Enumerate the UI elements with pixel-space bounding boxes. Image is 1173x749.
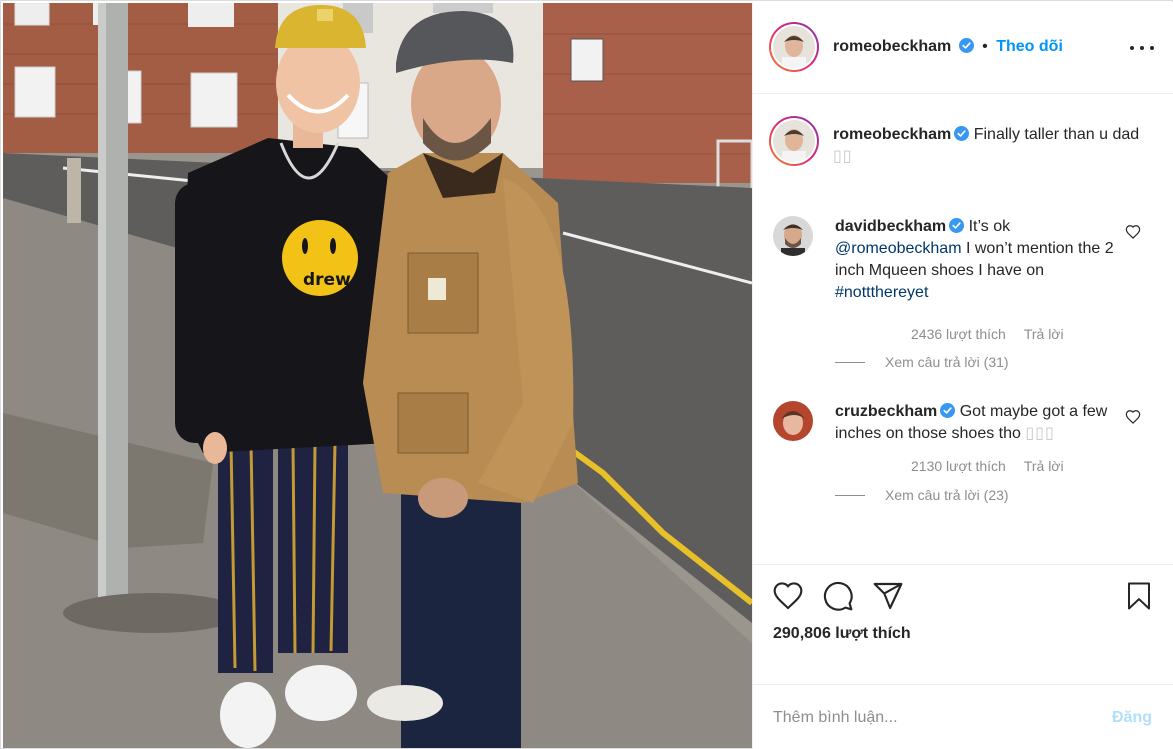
heart-icon[interactable] [771, 579, 805, 613]
comment-bubble-icon [823, 581, 853, 611]
separator-dot: • [982, 38, 988, 55]
mention-link[interactable]: @romeobeckham [835, 240, 962, 257]
author-username[interactable]: romeobeckham [833, 38, 951, 55]
follow-button[interactable]: Theo dõi [996, 38, 1063, 55]
caption-avatar-image [773, 120, 815, 162]
view-replies[interactable]: Xem câu trả lời (31) [835, 354, 1009, 370]
comment-meta: 2130 lượt thích Trả lời [911, 458, 1064, 474]
comment-body: davidbeckham It’s ok @romeobeckham I won… [835, 216, 1115, 304]
author-avatar-image [773, 26, 815, 68]
view-replies-label: Xem câu trả lời (23) [885, 487, 1009, 503]
comment-avatar-image [773, 401, 813, 441]
likes-count[interactable]: 290,806 lượt thích [773, 625, 911, 643]
caption: romeobeckham Finally taller than u dad ▯… [769, 116, 1169, 166]
reply-button[interactable]: Trả lời [1024, 458, 1064, 474]
photo-image: drew [3, 3, 752, 748]
verified-badge-icon [954, 126, 970, 141]
save-bookmark-icon [1128, 582, 1150, 610]
caption-body: Finally taller than u dad [973, 126, 1140, 143]
action-bar: 290,806 lượt thích [753, 564, 1173, 684]
paper-plane-icon [873, 582, 903, 610]
reply-button[interactable]: Trả lời [1024, 326, 1064, 342]
more-options-icon[interactable] [1130, 38, 1154, 58]
comment-username[interactable]: davidbeckham [835, 218, 946, 235]
header-user-line: romeobeckham • Theo dõi [833, 38, 1063, 56]
replies-divider [835, 361, 865, 363]
more-dot [1130, 46, 1134, 50]
post-photo[interactable]: drew [3, 3, 752, 748]
comments-section[interactable]: romeobeckham Finally taller than u dad ▯… [753, 94, 1173, 564]
caption-text: romeobeckham Finally taller than u dad ▯… [833, 124, 1153, 168]
replies-divider [835, 494, 865, 496]
verified-badge-icon [958, 38, 974, 53]
view-replies-label: Xem câu trả lời (31) [885, 354, 1009, 370]
author-avatar[interactable] [769, 22, 819, 72]
view-replies[interactable]: Xem câu trả lời (23) [835, 487, 1009, 503]
comment-meta: 2436 lượt thích Trả lời [911, 326, 1064, 342]
comment-input[interactable] [773, 705, 1083, 731]
comment-emoji: ▯▯▯ [1025, 425, 1055, 442]
caption-avatar[interactable] [769, 116, 819, 166]
comment-avatar-image [773, 216, 813, 256]
caption-username[interactable]: romeobeckham [833, 126, 951, 143]
more-dot [1150, 46, 1154, 50]
post-dialog: drew romeobeckham • Theo dõi romeobeckha… [0, 0, 1173, 749]
comment-text: It’s ok [968, 218, 1011, 235]
comment-username[interactable]: cruzbeckham [835, 403, 937, 420]
verified-badge-icon [949, 218, 965, 233]
comment-icon[interactable] [821, 579, 855, 613]
verified-badge-icon [940, 403, 956, 418]
heart-icon[interactable] [1125, 224, 1141, 240]
svg-text:drew: drew [303, 270, 351, 290]
comment-likes[interactable]: 2436 lượt thích [911, 326, 1006, 342]
hashtag-link[interactable]: #nottthereyet [835, 284, 928, 301]
comment-body: cruzbeckham Got maybe got a few inches o… [835, 401, 1115, 445]
post-comment-button[interactable]: Đăng [1112, 709, 1152, 727]
bookmark-icon[interactable] [1122, 579, 1156, 613]
comment-avatar[interactable] [773, 401, 813, 441]
comment-avatar[interactable] [773, 216, 813, 256]
add-comment-bar: Đăng [753, 684, 1173, 749]
comment-likes[interactable]: 2130 lượt thích [911, 458, 1006, 474]
more-dot [1140, 46, 1144, 50]
heart-icon[interactable] [1125, 409, 1141, 425]
post-panel: romeobeckham • Theo dõi romeobeckham Fin… [752, 2, 1173, 749]
post-header: romeobeckham • Theo dõi [753, 2, 1173, 94]
caption-emoji: ▯▯ [833, 148, 853, 165]
share-icon[interactable] [871, 579, 905, 613]
like-heart-icon [773, 582, 803, 610]
